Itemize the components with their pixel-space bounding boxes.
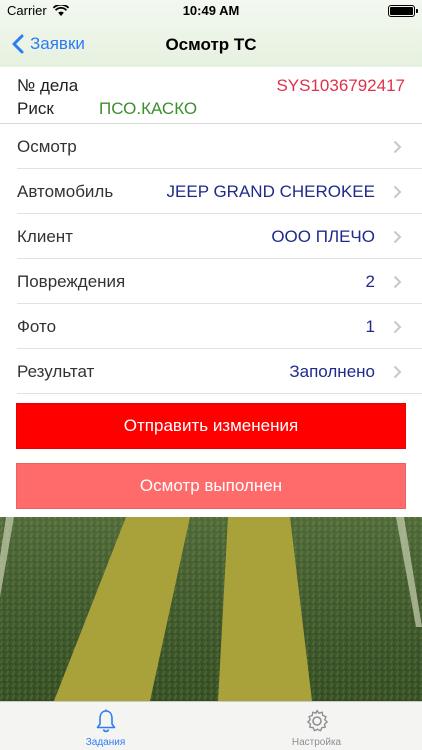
case-number-label: № дела — [17, 76, 79, 95]
chevron-right-icon — [393, 275, 402, 289]
gear-icon — [307, 709, 328, 732]
risk-label: Риск — [17, 99, 54, 118]
tab-tasks-label: Задания — [85, 737, 126, 748]
row-damages[interactable]: Повреждения 2 — [0, 259, 422, 304]
row-value: ООО ПЛЕЧО — [271, 226, 375, 246]
row-label: Фото — [17, 316, 57, 336]
case-number-value: SYS1036792417 — [276, 76, 405, 95]
row-label: Осмотр — [17, 136, 77, 156]
row-label: Повреждения — [17, 271, 126, 291]
chevron-right-icon — [393, 320, 402, 334]
tab-bar: Задания Настройка — [0, 701, 422, 750]
row-label: Автомобиль — [17, 181, 114, 201]
battery-icon — [388, 5, 418, 17]
row-inspection[interactable]: Осмотр — [0, 124, 422, 169]
send-changes-button[interactable]: Отправить изменения — [16, 403, 406, 449]
chevron-right-icon — [393, 230, 402, 244]
row-vehicle[interactable]: Автомобиль JEEP GRAND CHEROKEE — [0, 169, 422, 214]
row-photo[interactable]: Фото 1 — [0, 304, 422, 349]
status-bar: Carrier 10:49 AM — [0, 0, 422, 22]
case-info: № дела SYS1036792417 Риск ПСО.КАСКО — [0, 68, 422, 124]
row-value: JEEP GRAND CHEROKEE — [166, 181, 375, 201]
chevron-right-icon — [393, 365, 402, 379]
road-background-image — [0, 517, 422, 701]
inspection-done-button[interactable]: Осмотр выполнен — [16, 463, 406, 509]
row-value: 2 — [365, 271, 375, 291]
row-label: Результат — [17, 361, 95, 381]
page-title: Осмотр ТС — [165, 35, 257, 54]
row-label: Клиент — [17, 226, 73, 246]
row-value: Заполнено — [289, 361, 375, 381]
row-value: 1 — [365, 316, 375, 336]
tab-settings-label: Настройка — [291, 737, 342, 748]
row-result[interactable]: Результат Заполнено — [0, 349, 422, 394]
chevron-right-icon — [393, 140, 402, 154]
risk-value: ПСО.КАСКО — [99, 99, 198, 118]
tab-settings[interactable]: Настройка — [211, 702, 422, 750]
bell-icon — [96, 709, 116, 733]
status-time: 10:49 AM — [182, 3, 240, 18]
chevron-right-icon — [393, 185, 402, 199]
row-client[interactable]: Клиент ООО ПЛЕЧО — [0, 214, 422, 259]
tab-tasks[interactable]: Задания — [0, 702, 211, 750]
